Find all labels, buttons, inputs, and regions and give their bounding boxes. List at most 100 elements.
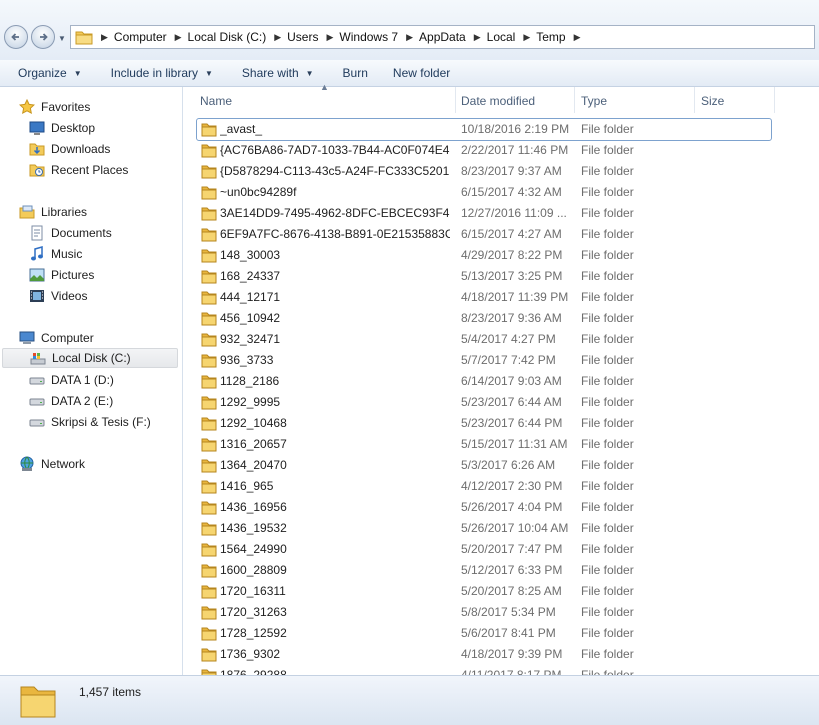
file-type: File folder — [581, 500, 634, 514]
file-row[interactable]: 6EF9A7FC-8676-4138-B891-0E21535883C1 6/15… — [197, 224, 771, 245]
breadcrumb-appdata[interactable]: AppData — [419, 30, 466, 44]
forward-button[interactable] — [31, 25, 55, 49]
file-row[interactable]: 148_30003 4/29/2017 8:22 PM File folder — [197, 245, 771, 266]
file-name: 3AE14DD9-7495-4962-8DFC-EBCEC93F41... — [220, 206, 450, 220]
file-row[interactable]: 168_24337 5/13/2017 3:25 PM File folder — [197, 266, 771, 287]
file-row[interactable]: 1720_31263 5/8/2017 5:34 PM File folder — [197, 602, 771, 623]
item-count: 1,457 items — [79, 685, 142, 699]
file-row[interactable]: 1416_965 4/12/2017 2:30 PM File folder — [197, 476, 771, 497]
breadcrumb-users[interactable]: Users — [287, 30, 318, 44]
nav-downloads[interactable]: Downloads — [29, 139, 110, 159]
breadcrumb-temp[interactable]: Temp — [536, 30, 565, 44]
nav-libraries[interactable]: Libraries — [19, 202, 87, 222]
chevron-right-icon[interactable]: ▶ — [523, 32, 530, 43]
file-row[interactable]: 1364_20470 5/3/2017 6:26 AM File folder — [197, 455, 771, 476]
file-row[interactable]: 1436_16956 5/26/2017 4:04 PM File folder — [197, 497, 771, 518]
folder-icon — [201, 186, 217, 200]
nav-videos[interactable]: Videos — [29, 286, 87, 306]
file-row[interactable]: 936_3733 5/7/2017 7:42 PM File folder — [197, 350, 771, 371]
nav-recent-places[interactable]: Recent Places — [29, 160, 128, 180]
chevron-right-icon[interactable]: ▶ — [101, 32, 108, 43]
file-type: File folder — [581, 269, 634, 283]
folder-icon — [201, 543, 217, 557]
recent-pages-dropdown[interactable]: ▼ — [58, 34, 66, 43]
file-row[interactable]: 1876_29288 4/11/2017 8:17 PM File folder — [197, 665, 771, 675]
nav-computer-label: Computer — [41, 331, 94, 345]
file-date: 5/7/2017 7:42 PM — [461, 353, 556, 367]
breadcrumb-computer[interactable]: Computer — [114, 30, 167, 44]
nav-skripsi[interactable]: Skripsi & Tesis (F:) — [29, 412, 151, 432]
file-row[interactable]: 1128_2186 6/14/2017 9:03 AM File folder — [197, 371, 771, 392]
column-header-date[interactable]: Date modified — [455, 87, 575, 113]
computer-icon — [19, 331, 35, 344]
file-type: File folder — [581, 479, 634, 493]
nav-desktop[interactable]: Desktop — [29, 118, 95, 138]
file-row[interactable]: 1316_20657 5/15/2017 11:31 AM File folder — [197, 434, 771, 455]
file-row[interactable]: 444_12171 4/18/2017 11:39 PM File folder — [197, 287, 771, 308]
new-folder-label: New folder — [392, 66, 451, 80]
file-row[interactable]: _avast_ 10/18/2016 2:19 PM File folder — [196, 118, 772, 141]
file-row[interactable]: 1736_9302 4/18/2017 9:39 PM File folder — [197, 644, 771, 665]
column-header-size[interactable]: Size — [695, 87, 775, 113]
breadcrumb-local-disk[interactable]: Local Disk (C:) — [188, 30, 267, 44]
file-row[interactable]: 1720_16311 5/20/2017 8:25 AM File folder — [197, 581, 771, 602]
file-row[interactable]: {D5878294-C113-43c5-A24F-FC333C5201... 8/… — [197, 161, 771, 182]
arrow-left-icon — [11, 33, 19, 41]
file-row[interactable]: 1728_12592 5/6/2017 8:41 PM File folder — [197, 623, 771, 644]
nav-pictures[interactable]: Pictures — [29, 265, 94, 285]
chevron-right-icon[interactable]: ▶ — [474, 32, 481, 43]
column-header-name[interactable]: Name — [194, 87, 456, 113]
file-name: 932_32471 — [220, 332, 281, 346]
folder-large-icon — [20, 686, 56, 718]
include-in-library-button[interactable]: Include in library ▼ — [93, 66, 224, 80]
back-button[interactable] — [4, 25, 28, 49]
drive-icon — [29, 419, 45, 427]
address-field[interactable]: ▶ Computer ▶ Local Disk (C:) ▶ Users ▶ W… — [70, 25, 815, 49]
folder-icon — [201, 522, 217, 536]
file-type: File folder — [581, 563, 634, 577]
chevron-right-icon[interactable]: ▶ — [574, 32, 581, 43]
file-name: 1364_20470 — [220, 458, 287, 472]
chevron-right-icon[interactable]: ▶ — [175, 32, 182, 43]
nav-documents[interactable]: Documents — [29, 223, 112, 243]
file-row[interactable]: 1292_9995 5/23/2017 6:44 AM File folder — [197, 392, 771, 413]
organize-button[interactable]: Organize ▼ — [0, 66, 93, 80]
nav-favorites[interactable]: Favorites — [19, 97, 90, 117]
folder-icon — [201, 354, 217, 368]
file-row[interactable]: 1564_24990 5/20/2017 7:47 PM File folder — [197, 539, 771, 560]
chevron-right-icon[interactable]: ▶ — [406, 32, 413, 43]
column-header-type[interactable]: Type — [575, 87, 695, 113]
nav-data1[interactable]: DATA 1 (D:) — [29, 370, 114, 390]
breadcrumb-local[interactable]: Local — [487, 30, 516, 44]
file-name: 168_24337 — [220, 269, 281, 283]
nav-local-disk[interactable]: Local Disk (C:) — [2, 348, 178, 368]
chevron-right-icon[interactable]: ▶ — [326, 32, 333, 43]
new-folder-button[interactable]: New folder — [379, 66, 461, 80]
folder-icon — [201, 564, 217, 578]
file-type: File folder — [581, 626, 634, 640]
recent-places-icon — [29, 164, 45, 177]
file-row[interactable]: 456_10942 8/23/2017 9:36 AM File folder — [197, 308, 771, 329]
folder-icon — [201, 459, 217, 473]
file-row[interactable]: 1600_28809 5/12/2017 6:33 PM File folder — [197, 560, 771, 581]
nav-computer[interactable]: Computer — [19, 328, 94, 348]
chevron-right-icon[interactable]: ▶ — [274, 32, 281, 43]
file-row[interactable]: {AC76BA86-7AD7-1033-7B44-AC0F074E4... 2/2… — [197, 140, 771, 161]
column-size-label: Size — [701, 94, 725, 108]
file-name: 444_12171 — [220, 290, 281, 304]
file-row[interactable]: 932_32471 5/4/2017 4:27 PM File folder — [197, 329, 771, 350]
nav-music[interactable]: Music — [29, 244, 82, 264]
file-row[interactable]: 3AE14DD9-7495-4962-8DFC-EBCEC93F41... 12/… — [197, 203, 771, 224]
share-with-button[interactable]: Share with ▼ — [224, 66, 325, 80]
file-date: 8/23/2017 9:36 AM — [461, 311, 562, 325]
nav-network[interactable]: Network — [19, 454, 85, 474]
breadcrumb-windows7[interactable]: Windows 7 — [339, 30, 398, 44]
status-bar: 1,457 items — [0, 675, 819, 725]
file-row[interactable]: 1436_19532 5/26/2017 10:04 AM File folder — [197, 518, 771, 539]
nav-data2[interactable]: DATA 2 (E:) — [29, 391, 113, 411]
burn-button[interactable]: Burn — [325, 66, 379, 80]
file-row[interactable]: 1292_10468 5/23/2017 6:44 PM File folder — [197, 413, 771, 434]
folder-icon — [201, 291, 217, 305]
file-date: 8/23/2017 9:37 AM — [461, 164, 562, 178]
file-row[interactable]: ~un0bc94289f 6/15/2017 4:32 AM File folder — [197, 182, 771, 203]
